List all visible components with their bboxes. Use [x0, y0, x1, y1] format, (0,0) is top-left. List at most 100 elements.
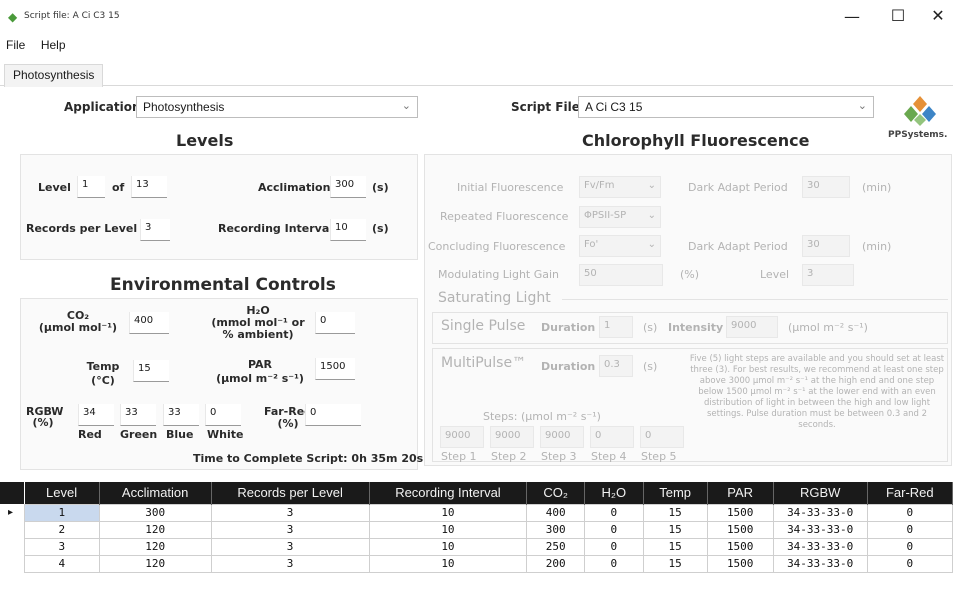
repeated-fluor-select[interactable]: ΦPSII-SP ⌄	[579, 206, 661, 228]
application-label: Application	[64, 100, 141, 114]
menu-help[interactable]: Help	[41, 38, 66, 52]
cell-records[interactable]: 3	[210, 537, 370, 556]
farred-field[interactable]: 0	[305, 404, 361, 426]
cell-interval[interactable]: 10	[368, 503, 528, 522]
tab-photosynthesis[interactable]: Photosynthesis	[4, 64, 104, 87]
mod-level-field[interactable]: 3	[802, 264, 854, 286]
step-4-field[interactable]: 0	[590, 426, 634, 448]
cell-level[interactable]: 4	[24, 554, 100, 573]
cell-acclimation[interactable]: 300	[98, 503, 212, 522]
cell-h2o[interactable]: 0	[583, 520, 644, 539]
level-count-field[interactable]: 13	[131, 176, 167, 198]
cell-h2o[interactable]: 0	[583, 554, 644, 573]
col-interval[interactable]: Recording Interval	[369, 482, 528, 504]
cell-par[interactable]: 1500	[706, 520, 774, 539]
close-button[interactable]: ✕	[918, 6, 953, 25]
col-par[interactable]: PAR	[707, 482, 774, 504]
h2o-field[interactable]: 0	[315, 312, 355, 334]
maximize-button[interactable]: ☐	[878, 6, 918, 25]
cell-h2o[interactable]: 0	[583, 537, 644, 556]
application-select[interactable]: Photosynthesis ⌄	[136, 96, 418, 118]
cell-temp[interactable]: 15	[642, 554, 708, 573]
single-duration-field[interactable]: 1	[599, 316, 633, 338]
red-field[interactable]: 34	[78, 404, 114, 426]
time-to-complete: Time to Complete Script: 0h 35m 20s	[193, 452, 424, 465]
cell-acclimation[interactable]: 120	[98, 537, 212, 556]
interval-field[interactable]: 10	[330, 219, 366, 241]
temp-field[interactable]: 15	[133, 360, 169, 382]
cell-level[interactable]: 1	[24, 503, 100, 522]
cell-farred[interactable]: 0	[866, 520, 953, 539]
cell-farred[interactable]: 0	[866, 503, 953, 522]
intensity-field[interactable]: 9000	[726, 316, 778, 338]
concluding-fluor-select[interactable]: Fo' ⌄	[579, 235, 661, 257]
col-temp[interactable]: Temp	[643, 482, 708, 504]
table-row[interactable]: 4 120 3 10 200 0 15 1500 34-33-33-0 0	[24, 554, 953, 573]
table-row[interactable]: 3 120 3 10 250 0 15 1500 34-33-33-0 0	[24, 537, 953, 556]
col-acclimation[interactable]: Acclimation	[99, 482, 212, 504]
cell-farred[interactable]: 0	[866, 554, 953, 573]
cell-farred[interactable]: 0	[866, 537, 953, 556]
par-field[interactable]: 1500	[315, 358, 355, 380]
cell-acclimation[interactable]: 120	[98, 554, 212, 573]
level-field[interactable]: 1	[77, 176, 105, 198]
chlorophyll-title: Chlorophyll Fluorescence	[582, 131, 810, 150]
interval-unit: (s)	[372, 222, 389, 235]
step-5-field[interactable]: 0	[640, 426, 684, 448]
step-3-field[interactable]: 9000	[540, 426, 584, 448]
cell-temp[interactable]: 15	[642, 537, 708, 556]
cell-acclimation[interactable]: 120	[98, 520, 212, 539]
cell-rgbw[interactable]: 34-33-33-0	[772, 537, 868, 556]
cell-h2o[interactable]: 0	[583, 503, 644, 522]
step-1-field[interactable]: 9000	[440, 426, 484, 448]
cell-co2[interactable]: 400	[526, 503, 585, 522]
step-2-field[interactable]: 9000	[490, 426, 534, 448]
col-rgbw[interactable]: RGBW	[773, 482, 868, 504]
green-field[interactable]: 33	[120, 404, 156, 426]
mod-gain-field[interactable]: 50	[579, 264, 663, 286]
acclimation-field[interactable]: 300	[330, 176, 366, 198]
cell-co2[interactable]: 200	[526, 554, 585, 573]
intensity-unit: (µmol m⁻² s⁻¹)	[788, 321, 868, 334]
cell-temp[interactable]: 15	[642, 520, 708, 539]
cell-par[interactable]: 1500	[706, 537, 774, 556]
dark-adapt-field-2[interactable]: 30	[802, 235, 850, 257]
cell-records[interactable]: 3	[210, 554, 370, 573]
cell-interval[interactable]: 10	[368, 554, 528, 573]
cell-temp[interactable]: 15	[642, 503, 708, 522]
col-level[interactable]: Level	[24, 482, 100, 504]
cell-level[interactable]: 3	[24, 537, 100, 556]
white-field[interactable]: 0	[205, 404, 241, 426]
cell-records[interactable]: 3	[210, 520, 370, 539]
cell-records[interactable]: 3	[210, 503, 370, 522]
step-1-label: Step 1	[441, 450, 477, 463]
cell-par[interactable]: 1500	[706, 503, 774, 522]
initial-fluor-select[interactable]: Fv/Fm ⌄	[579, 176, 661, 198]
cell-rgbw[interactable]: 34-33-33-0	[772, 503, 868, 522]
records-field[interactable]: 3	[140, 219, 170, 241]
of-label: of	[112, 181, 125, 194]
cell-level[interactable]: 2	[24, 520, 100, 539]
col-co2[interactable]: CO₂	[526, 482, 585, 504]
table-row[interactable]: 1 300 3 10 400 0 15 1500 34-33-33-0 0	[24, 503, 953, 522]
col-h2o[interactable]: H₂O	[584, 482, 644, 504]
cell-co2[interactable]: 250	[526, 537, 585, 556]
dark-adapt-field-1[interactable]: 30	[802, 176, 850, 198]
multi-duration-field[interactable]: 0.3	[599, 355, 633, 377]
blue-field[interactable]: 33	[163, 404, 199, 426]
cell-rgbw[interactable]: 34-33-33-0	[772, 520, 868, 539]
par-label-line2: (µmol m⁻² s⁻¹)	[216, 372, 304, 385]
minimize-button[interactable]: —	[832, 7, 872, 26]
col-farred[interactable]: Far-Red	[867, 482, 953, 504]
cell-rgbw[interactable]: 34-33-33-0	[772, 554, 868, 573]
menu-file[interactable]: File	[6, 38, 25, 52]
table-row[interactable]: 2 120 3 10 300 0 15 1500 34-33-33-0 0	[24, 520, 953, 539]
cell-interval[interactable]: 10	[368, 520, 528, 539]
script-file-select[interactable]: A Ci C3 15 ⌄	[578, 96, 874, 118]
co2-field[interactable]: 400	[129, 312, 169, 334]
col-records[interactable]: Records per Level	[211, 482, 370, 504]
title-bar: ◆ Script file: A Ci C3 15 — ☐ ✕	[0, 0, 953, 34]
cell-interval[interactable]: 10	[368, 537, 528, 556]
cell-par[interactable]: 1500	[706, 554, 774, 573]
cell-co2[interactable]: 300	[526, 520, 585, 539]
